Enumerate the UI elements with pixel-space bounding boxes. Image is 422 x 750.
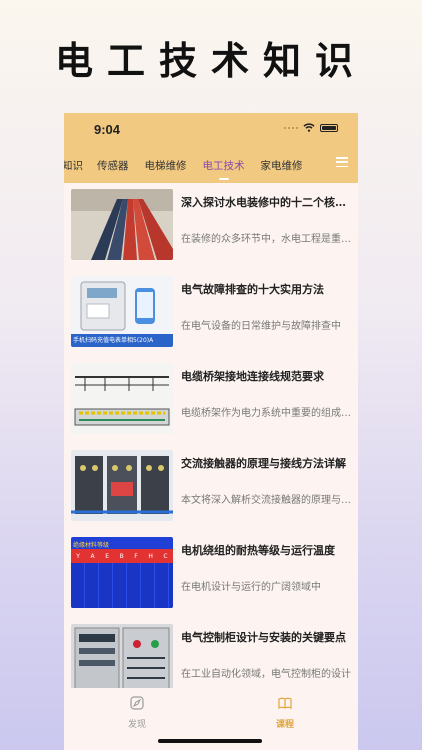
tab-course[interactable]: 课程 xyxy=(255,696,315,730)
class-label: A xyxy=(90,552,95,560)
article-title: 电气故障排查的十大实用方法 xyxy=(181,283,324,296)
control-cabinet-thumbnail xyxy=(71,624,173,695)
class-label: E xyxy=(105,552,110,560)
tab-knowledge[interactable]: 知识 xyxy=(64,158,83,173)
article-desc: 本文将深入解析交流接触器的原理与接线 xyxy=(181,495,351,506)
list-item[interactable]: 手机扫码充值电表单相5(20)A 电气故障排查的十大实用方法 在电气设备的日常维… xyxy=(64,270,358,357)
article-title: 深入探讨水电装修中的十二个核心要点 xyxy=(181,196,351,209)
prepaid-meter-thumbnail: 手机扫码充值电表单相5(20)A xyxy=(71,276,173,347)
tab-sensor[interactable]: 传感器 xyxy=(97,158,129,173)
promo-title: 电工技术知识 xyxy=(54,38,367,83)
article-desc: 在工业自动化领域，电气控制柜的设计 xyxy=(181,669,351,680)
article-desc: 电缆桥架作为电力系统中重要的组成部分 xyxy=(181,408,351,419)
article-title: 电气控制柜设计与安装的关键要点 xyxy=(181,631,346,644)
status-icons xyxy=(284,123,338,132)
class-label: B xyxy=(119,552,124,560)
cable-trays-thumbnail xyxy=(71,189,173,260)
class-label: H xyxy=(148,552,153,560)
battery-icon xyxy=(320,123,338,132)
list-item[interactable]: 交流接触器的原理与接线方法详解 本文将深入解析交流接触器的原理与接线 xyxy=(64,444,358,531)
wifi-icon xyxy=(303,123,315,132)
phone-screen: 9:04 知识 传感器 电梯维修 电工技术 家电维修 深入探讨水电装修中的十二个… xyxy=(64,113,358,750)
tab-course-label: 课程 xyxy=(275,720,294,730)
article-title: 电机绕组的耐热等级与运行温度 xyxy=(181,544,335,557)
header-bar: 9:04 知识 传感器 电梯维修 电工技术 家电维修 xyxy=(64,113,358,183)
home-indicator xyxy=(158,739,262,743)
class-label: Y xyxy=(76,552,80,560)
tab-discover-label: 发现 xyxy=(127,720,146,730)
menu-icon[interactable] xyxy=(336,157,348,167)
insulation-class-thumbnail: 绝缘材料等级 Y A E B F H C xyxy=(71,537,173,608)
article-desc: 在装修的众多环节中，水电工程是重中之重 xyxy=(181,234,351,245)
book-icon xyxy=(278,697,292,709)
list-item[interactable]: 电缆桥架接地连接线规范要求 电缆桥架作为电力系统中重要的组成部分 xyxy=(64,357,358,444)
class-label: F xyxy=(134,552,138,560)
tab-elevator-repair[interactable]: 电梯维修 xyxy=(145,158,187,173)
list-item[interactable]: 绝缘材料等级 Y A E B F H C 电机绕组的耐热等级与运行温度 在电机设… xyxy=(64,531,358,618)
compass-icon xyxy=(130,696,144,710)
article-desc: 在电气设备的日常维护与故障排查中 xyxy=(181,321,341,332)
tab-electrical-tech[interactable]: 电工技术 xyxy=(203,158,245,173)
article-title: 电缆桥架接地连接线规范要求 xyxy=(181,370,324,383)
article-title: 交流接触器的原理与接线方法详解 xyxy=(181,457,346,470)
tab-discover[interactable]: 发现 xyxy=(107,696,167,730)
class-label: C xyxy=(163,552,168,560)
thumbnail-header: 绝缘材料等级 xyxy=(73,542,110,549)
contactor-thumbnail xyxy=(71,450,173,521)
list-item[interactable]: 深入探讨水电装修中的十二个核心要点 在装修的众多环节中，水电工程是重中之重 xyxy=(64,183,358,270)
tab-appliance-repair[interactable]: 家电维修 xyxy=(261,158,303,173)
status-time: 9:04 xyxy=(94,122,121,137)
article-desc: 在电机设计与运行的广阔领域中 xyxy=(181,582,321,593)
cable-tray-diagram-thumbnail xyxy=(71,363,173,434)
article-list: 深入探讨水电装修中的十二个核心要点 在装修的众多环节中，水电工程是重中之重 手机… xyxy=(64,183,358,705)
thumbnail-caption: 手机扫码充值电表单相5(20)A xyxy=(73,337,154,344)
signal-dots-icon xyxy=(284,126,298,130)
category-tabs: 知识 传感器 电梯维修 电工技术 家电维修 xyxy=(64,153,334,177)
